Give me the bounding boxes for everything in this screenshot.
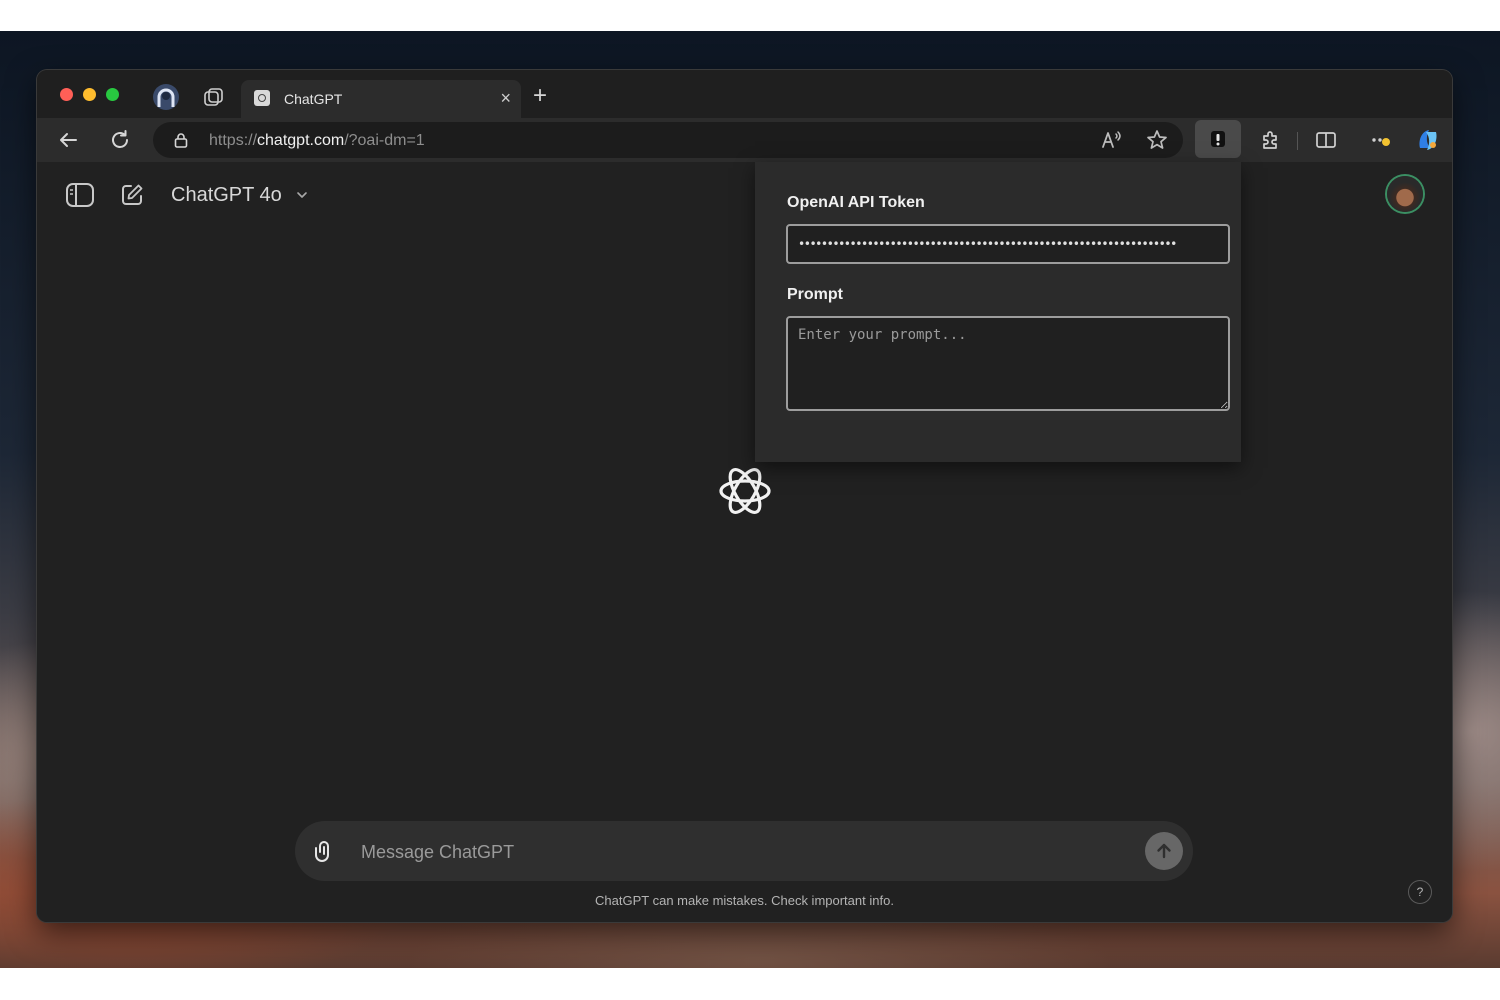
close-window-button[interactable] [60,88,73,101]
sidebar-toggle-icon[interactable] [65,182,95,208]
refresh-icon[interactable] [108,128,132,152]
prompt-textarea[interactable] [786,316,1230,411]
toolbar-divider [1297,132,1298,150]
address-bar[interactable]: https://chatgpt.com/?oai-dm=1 [153,122,1183,158]
url-scheme: https:// [209,132,258,149]
chatgpt-favicon-icon [254,90,270,106]
paperclip-icon[interactable] [312,839,336,863]
extensions-puzzle-icon[interactable] [1258,128,1282,152]
copilot-icon[interactable] [1414,126,1442,154]
browser-window: ChatGPT × + https://chatgpt.com/?oai-dm=… [37,70,1452,922]
arrow-up-icon [1157,843,1171,859]
model-selector[interactable]: ChatGPT 4o [171,184,282,207]
more-options-icon[interactable] [1369,128,1393,152]
extension-icon [1211,131,1225,147]
openai-logo-icon [719,468,771,514]
new-tab-button[interactable]: + [533,84,547,108]
lock-icon[interactable] [173,132,189,148]
message-input[interactable] [359,835,1123,869]
url-text[interactable]: https://chatgpt.com/?oai-dm=1 [209,132,425,150]
tab-strip: ChatGPT × + [37,70,1452,118]
minimize-window-button[interactable] [83,88,96,101]
active-extension-button[interactable] [1195,120,1241,158]
message-composer [295,821,1193,881]
url-domain: chatgpt.com [257,132,345,149]
read-aloud-icon[interactable] [1099,128,1123,152]
tab-title: ChatGPT [284,91,343,107]
new-chat-icon[interactable] [119,182,145,208]
chevron-down-icon[interactable] [295,188,309,202]
api-token-input[interactable] [786,224,1230,264]
tab-actions-icon[interactable] [202,87,224,109]
split-screen-icon[interactable] [1314,128,1338,152]
tab-close-button[interactable]: × [500,88,511,109]
favorite-star-icon[interactable] [1145,128,1169,152]
browser-toolbar: https://chatgpt.com/?oai-dm=1 [37,118,1452,162]
back-arrow-icon[interactable] [56,128,80,152]
help-button[interactable]: ? [1408,880,1432,904]
user-avatar[interactable] [1387,176,1423,212]
tab-chatgpt[interactable]: ChatGPT × [241,80,521,118]
disclaimer-text: ChatGPT can make mistakes. Check importa… [595,893,894,908]
extension-popup: OpenAI API Token Prompt [755,162,1241,462]
prompt-label: Prompt [787,286,843,303]
token-label: OpenAI API Token [787,194,925,211]
profile-icon[interactable] [152,83,180,111]
maximize-window-button[interactable] [106,88,119,101]
send-button[interactable] [1145,832,1183,870]
url-path: /?oai-dm=1 [344,132,425,149]
